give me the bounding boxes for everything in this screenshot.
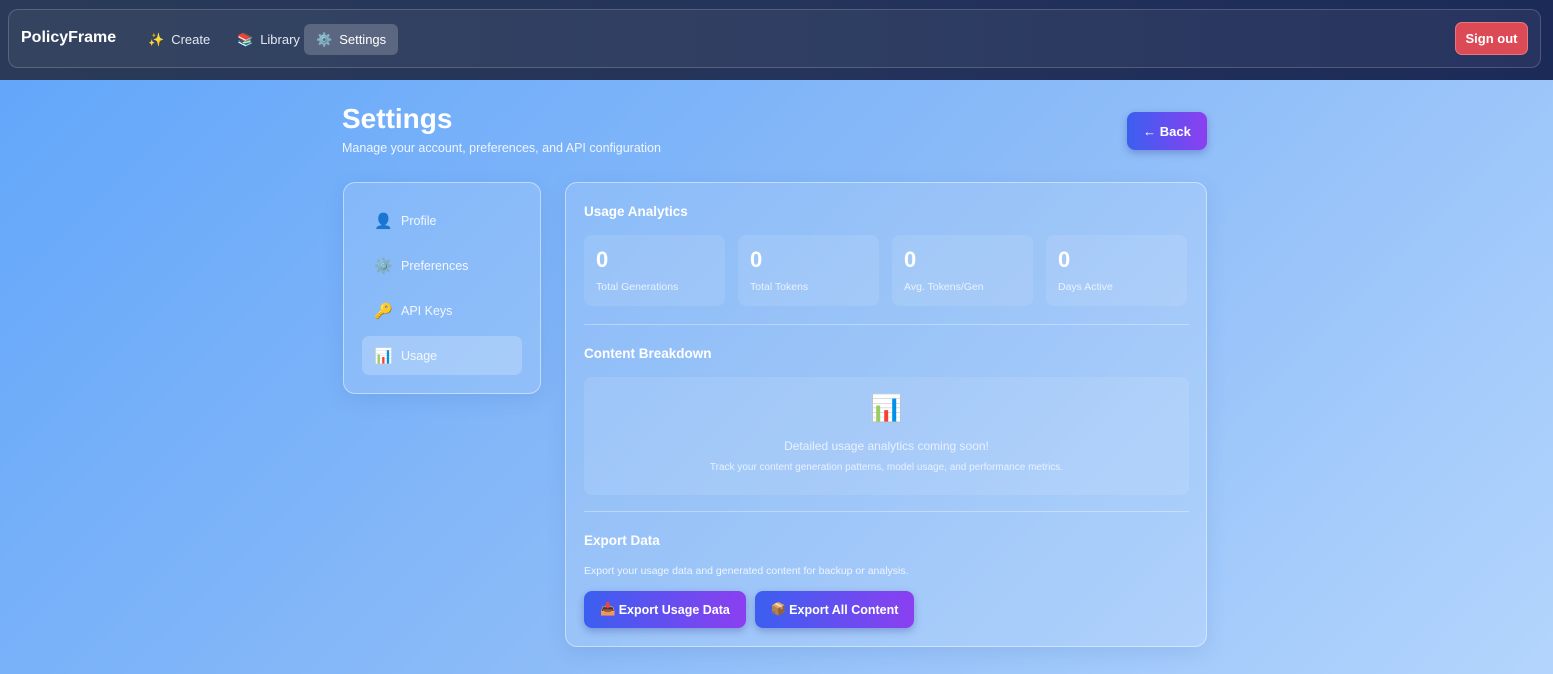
usage-analytics-title: Usage Analytics bbox=[584, 204, 688, 219]
key-icon: 🔑 bbox=[374, 302, 393, 320]
bar-chart-icon: 📊 bbox=[374, 347, 393, 365]
sidebar-item-label: Usage bbox=[401, 348, 438, 363]
divider bbox=[584, 511, 1189, 512]
brand-logo[interactable]: PolicyFrame bbox=[21, 29, 116, 47]
gear-icon: ⚙️ bbox=[374, 257, 393, 275]
bar-chart-icon: 📊 bbox=[870, 393, 903, 423]
sidebar-item-label: API Keys bbox=[401, 303, 453, 318]
sidebar-item-api-keys[interactable]: 🔑 API Keys bbox=[362, 291, 522, 330]
coming-soon-message: Detailed usage analytics coming soon! bbox=[784, 439, 989, 453]
export-button-label: Export Usage Data bbox=[618, 602, 730, 617]
export-all-content-button[interactable]: 📦 Export All Content bbox=[755, 591, 914, 628]
export-description: Export your usage data and generated con… bbox=[584, 565, 909, 577]
stat-label: Days Active bbox=[1058, 281, 1113, 293]
books-icon: 📚 bbox=[237, 31, 254, 47]
stat-value: 0 bbox=[596, 247, 609, 272]
stat-card-days-active: 0 Days Active bbox=[1046, 235, 1187, 306]
stat-label: Total Tokens bbox=[750, 281, 809, 293]
user-icon: 👤 bbox=[374, 212, 393, 230]
stat-card-total-generations: 0 Total Generations bbox=[584, 235, 725, 306]
nav-library-label: Library bbox=[260, 32, 300, 47]
stat-label: Total Generations bbox=[596, 281, 679, 293]
sidebar-item-usage[interactable]: 📊 Usage bbox=[362, 336, 522, 375]
page-subtitle: Manage your account, preferences, and AP… bbox=[342, 141, 661, 155]
export-button-label: Export All Content bbox=[789, 602, 899, 617]
sidebar-item-profile[interactable]: 👤 Profile bbox=[362, 201, 522, 240]
nav-settings-label: Settings bbox=[339, 32, 387, 47]
gear-icon: ⚙️ bbox=[316, 31, 333, 47]
export-usage-data-button[interactable]: 📥 Export Usage Data bbox=[584, 591, 746, 628]
sparkles-icon: ✨ bbox=[148, 31, 165, 47]
navbar: PolicyFrame ✨ Create 📚 Library ⚙️ Settin… bbox=[8, 9, 1541, 68]
stat-card-avg-tokens: 0 Avg. Tokens/Gen bbox=[892, 235, 1033, 306]
export-data-title: Export Data bbox=[584, 533, 660, 548]
nav-create[interactable]: ✨ Create bbox=[136, 24, 222, 55]
stat-card-total-tokens: 0 Total Tokens bbox=[738, 235, 879, 306]
sidebar-item-preferences[interactable]: ⚙️ Preferences bbox=[362, 246, 522, 285]
sign-out-button[interactable]: Sign out bbox=[1455, 22, 1528, 55]
sidebar-item-label: Preferences bbox=[401, 258, 469, 273]
page-title: Settings bbox=[342, 103, 453, 134]
content-breakdown-title: Content Breakdown bbox=[584, 346, 712, 361]
sidebar-item-label: Profile bbox=[401, 213, 437, 228]
coming-soon-detail: Track your content generation patterns, … bbox=[709, 462, 1064, 473]
inbox-tray-icon: 📥 bbox=[600, 602, 616, 616]
nav-library[interactable]: 📚 Library bbox=[225, 24, 312, 55]
settings-sidebar: 👤 Profile ⚙️ Preferences 🔑 API Keys 📊 Us… bbox=[343, 182, 541, 394]
stat-value: 0 bbox=[750, 247, 763, 272]
stat-value: 0 bbox=[904, 247, 917, 272]
stat-value: 0 bbox=[1058, 247, 1071, 272]
nav-settings[interactable]: ⚙️ Settings bbox=[304, 24, 399, 55]
divider bbox=[584, 324, 1189, 325]
package-icon: 📦 bbox=[770, 602, 787, 616]
usage-panel: Usage Analytics 0 Total Generations 0 To… bbox=[565, 182, 1207, 647]
stat-label: Avg. Tokens/Gen bbox=[904, 281, 984, 293]
back-button[interactable]: ← Back bbox=[1127, 112, 1207, 150]
content-breakdown-placeholder: 📊 Detailed usage analytics coming soon! … bbox=[584, 377, 1189, 495]
nav-create-label: Create bbox=[171, 32, 211, 47]
